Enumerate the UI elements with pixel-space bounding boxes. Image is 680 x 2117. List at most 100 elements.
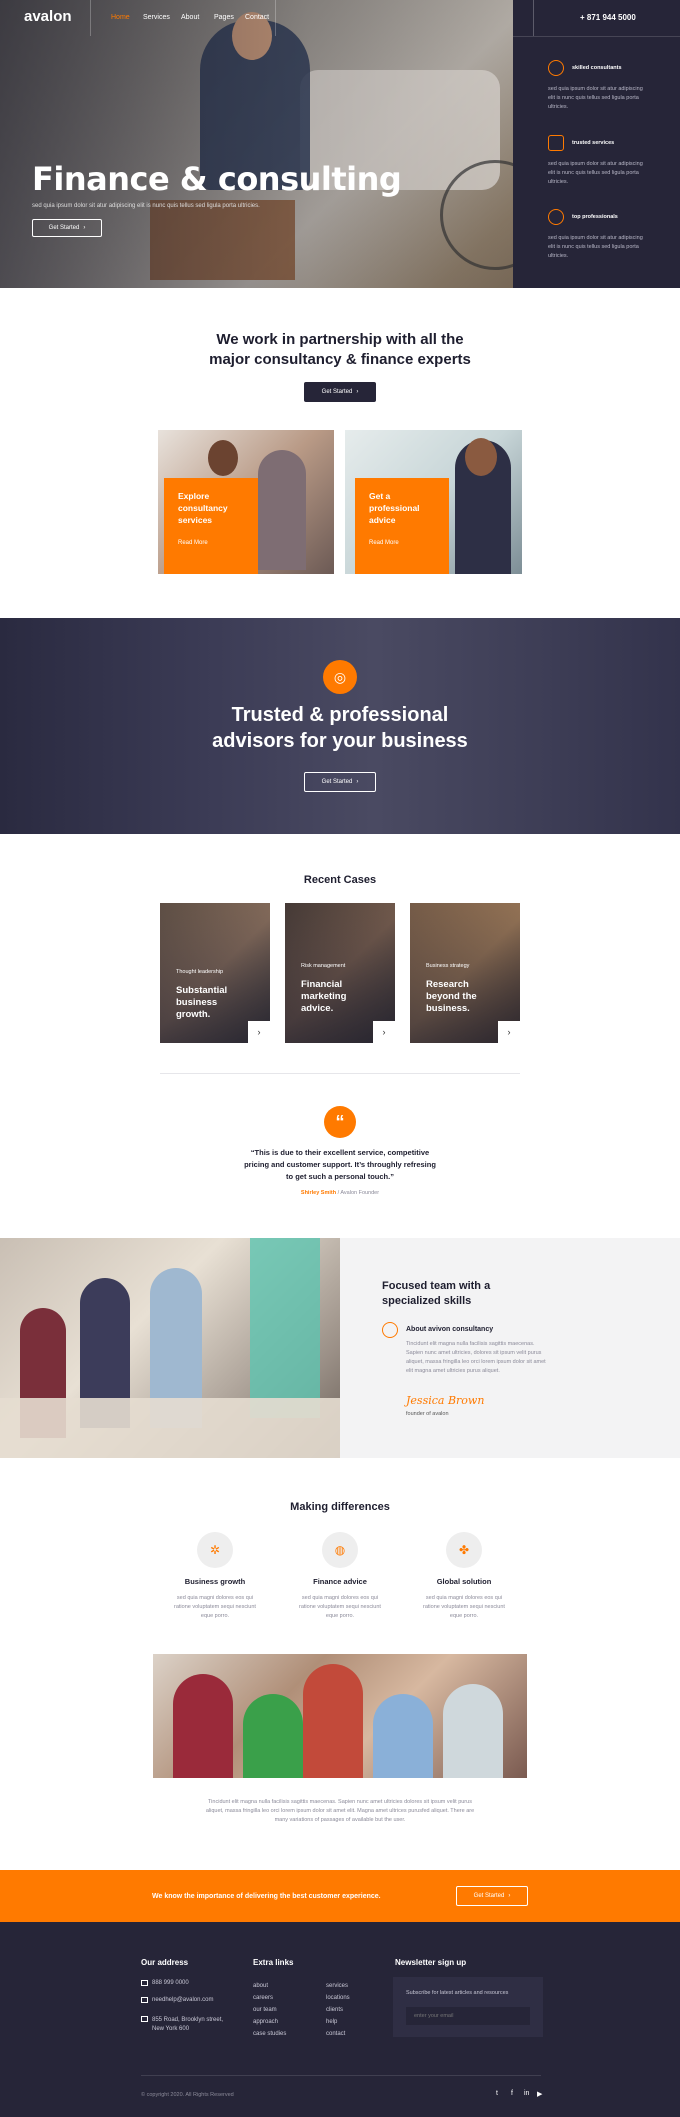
chevron-right-icon[interactable]: › bbox=[498, 1021, 520, 1043]
group-photo-person bbox=[373, 1694, 433, 1778]
case-card[interactable]: Risk management Financial marketing advi… bbox=[285, 903, 395, 1043]
chevron-right-icon[interactable]: › bbox=[248, 1021, 270, 1043]
logo[interactable]: avalon bbox=[24, 8, 72, 25]
nav-pages[interactable]: Pages bbox=[214, 14, 234, 21]
consultancy-card-label: Explore consultancy services Read More bbox=[164, 478, 258, 574]
case-card[interactable]: Business strategy Research beyond the bu… bbox=[410, 903, 520, 1043]
case-title: Research beyond the business. bbox=[426, 979, 506, 1015]
consultancy-card[interactable]: Explore consultancy services Read More bbox=[158, 430, 334, 574]
card-title-line: Explore bbox=[178, 491, 210, 501]
author-name: Shirley Smith bbox=[300, 1190, 337, 1196]
differences-paragraph: Tincidunt elit magna nulla facilisis sag… bbox=[0, 1798, 680, 1825]
case-title-line: Research bbox=[426, 979, 469, 990]
case-title-line: beyond the bbox=[426, 991, 477, 1002]
cta-button-label: Get Started bbox=[473, 1893, 505, 1899]
signature: Jessica Brown bbox=[406, 1394, 485, 1407]
footer-link[interactable]: help bbox=[326, 2016, 350, 2028]
team-text: Tincidunt elit magna nulla facilisis sag… bbox=[406, 1341, 546, 1374]
card-photo-person bbox=[258, 450, 306, 570]
newsletter-text: Subscribe for latest articles and resour… bbox=[406, 1990, 509, 1996]
twitter-icon[interactable]: t bbox=[496, 2090, 498, 2097]
footer-link[interactable]: about bbox=[253, 1980, 286, 1992]
footer-link[interactable]: contact bbox=[326, 2028, 350, 2040]
panel-separator bbox=[513, 36, 680, 37]
trusted-title-line1: Trusted & professional bbox=[231, 704, 449, 726]
location-icon bbox=[141, 2016, 148, 2022]
footer-link[interactable]: our team bbox=[253, 2004, 286, 2016]
nav-about[interactable]: About bbox=[181, 14, 199, 21]
hero-overlay bbox=[0, 0, 513, 288]
group-photo-person bbox=[243, 1694, 303, 1778]
card-title-line: professional bbox=[369, 503, 420, 513]
quote-line: to get such a personal touch.” bbox=[286, 1172, 394, 1181]
footer-link[interactable]: approach bbox=[253, 2016, 286, 2028]
footer-email[interactable]: needhelp@avalon.com bbox=[152, 1997, 213, 2003]
chevron-right-icon[interactable]: › bbox=[373, 1021, 395, 1043]
gear-icon bbox=[382, 1322, 398, 1338]
difference-title: Global solution bbox=[436, 1577, 492, 1586]
group-photo-person bbox=[303, 1664, 363, 1778]
partnership-title-line1: We work in partnership with all the bbox=[216, 331, 464, 348]
partnership-cta-label: Get Started bbox=[321, 389, 353, 395]
footer-address: 855 Road, Brooklyn street, New York 600 bbox=[152, 2016, 223, 2034]
links-column-1: about careers our team approach case stu… bbox=[253, 1980, 286, 2040]
difference-text: sed quia magni dolores eos qui ratione v… bbox=[423, 1595, 505, 1619]
paragraph-line: aliquet, massa fringilla leo orci lorem … bbox=[205, 1808, 475, 1814]
case-title-line: marketing bbox=[301, 991, 347, 1002]
team-title-line: Focused team with a bbox=[382, 1280, 491, 1292]
phone-number[interactable]: + 871 944 5000 bbox=[580, 13, 636, 22]
card-photo-head bbox=[208, 440, 238, 476]
case-title-line: advice. bbox=[301, 1003, 334, 1014]
address-title: Our address bbox=[141, 1958, 189, 1967]
read-more-link[interactable]: Read More bbox=[369, 540, 435, 546]
case-tag: Risk management bbox=[301, 963, 346, 969]
hero-get-started-button[interactable]: Get Started › bbox=[32, 219, 102, 237]
email-icon bbox=[141, 1997, 148, 2003]
footer-link[interactable]: locations bbox=[326, 1992, 350, 2004]
cta-bar: We know the importance of delivering the… bbox=[0, 1870, 680, 1922]
signature-role: founder of avalon bbox=[406, 1411, 449, 1417]
read-more-link[interactable]: Read More bbox=[178, 540, 244, 546]
coins-icon: ◎ bbox=[323, 660, 357, 694]
feature-title: top professionals bbox=[572, 214, 618, 220]
partnership-title: We work in partnership with all the majo… bbox=[0, 330, 680, 370]
users-icon bbox=[548, 60, 564, 76]
panel-divider bbox=[533, 0, 534, 36]
feature-text: sed quia ipsum dolor sit atur adipiscing… bbox=[548, 161, 643, 185]
facebook-icon[interactable]: f bbox=[511, 2090, 513, 2097]
globe-icon bbox=[548, 209, 564, 225]
footer-phone[interactable]: 888 999 0000 bbox=[152, 1980, 189, 1986]
footer-link[interactable]: services bbox=[326, 1980, 350, 1992]
youtube-icon[interactable]: ▶ bbox=[537, 2090, 542, 2098]
partnership-get-started-button[interactable]: Get Started › bbox=[304, 382, 376, 402]
address-line: New York 600 bbox=[152, 2026, 190, 2032]
linkedin-icon[interactable]: in bbox=[524, 2090, 529, 2097]
case-title-line: business bbox=[176, 997, 218, 1008]
puzzle-icon bbox=[548, 135, 564, 151]
newsletter-email-input[interactable] bbox=[406, 2007, 530, 2025]
cta-get-started-button[interactable]: Get Started › bbox=[456, 1886, 528, 1906]
team-photo-table bbox=[0, 1398, 340, 1458]
difference-text: sed quia magni dolores eos qui ratione v… bbox=[174, 1595, 256, 1619]
trusted-cta-label: Get Started bbox=[321, 779, 353, 785]
puzzle-icon: ✤ bbox=[446, 1532, 482, 1568]
group-photo-person bbox=[443, 1684, 503, 1778]
trusted-get-started-button[interactable]: Get Started › bbox=[304, 772, 376, 792]
footer-link[interactable]: careers bbox=[253, 1992, 286, 2004]
feature-title: skilled consultants bbox=[572, 65, 622, 71]
advice-card[interactable]: Get a professional advice Read More bbox=[345, 430, 522, 574]
chevron-right-icon: › bbox=[356, 779, 359, 785]
footer-link[interactable]: case studies bbox=[253, 2028, 286, 2040]
feature-title: trusted services bbox=[572, 140, 615, 146]
nav-services[interactable]: Services bbox=[143, 14, 170, 21]
footer-divider bbox=[141, 2075, 541, 2076]
nav-home[interactable]: Home bbox=[111, 14, 130, 21]
case-card[interactable]: Thought leadership Substantial business … bbox=[160, 903, 270, 1043]
nav-contact[interactable]: Contact bbox=[245, 14, 269, 21]
difference-title: Finance advice bbox=[313, 1577, 367, 1586]
footer-link[interactable]: clients bbox=[326, 2004, 350, 2016]
case-title-line: Financial bbox=[301, 979, 343, 990]
hero-subtitle: sed quia ipsum dolor sit atur adipiscing… bbox=[32, 203, 260, 209]
group-photo bbox=[153, 1654, 527, 1778]
difference-text: sed quia magni dolores eos qui ratione v… bbox=[299, 1595, 381, 1619]
